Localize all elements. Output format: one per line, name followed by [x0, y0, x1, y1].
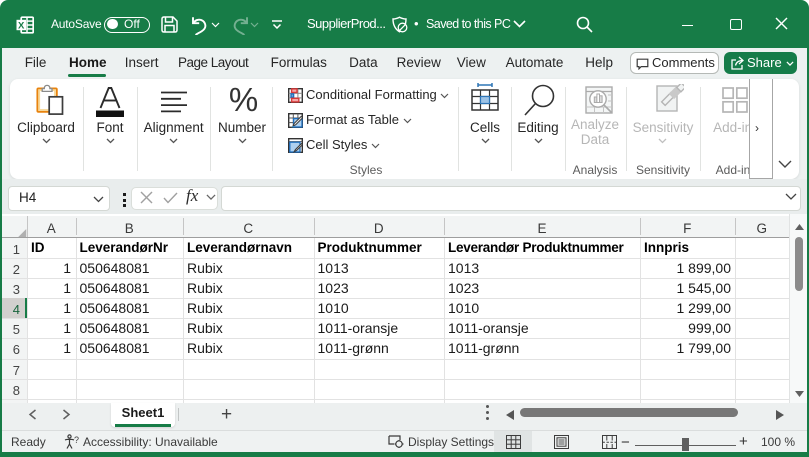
svg-text:X: X [18, 20, 25, 31]
svg-text:%: % [229, 85, 258, 115]
svg-text:?: ? [74, 435, 79, 445]
